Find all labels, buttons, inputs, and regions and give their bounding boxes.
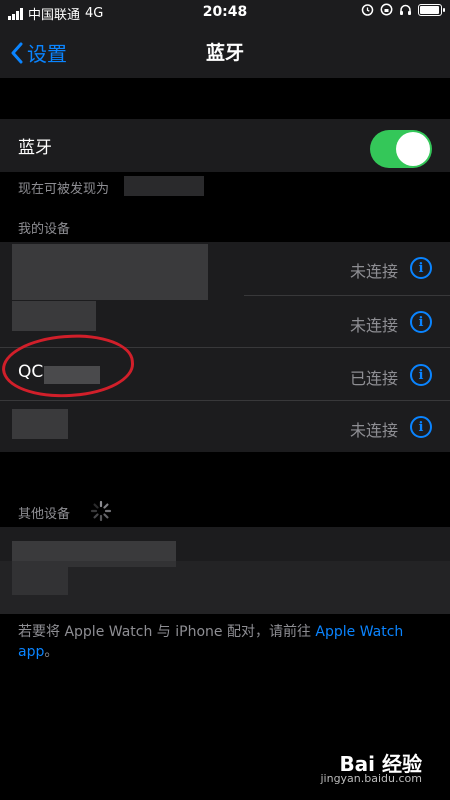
bluetooth-label: 蓝牙 bbox=[18, 138, 52, 158]
device-status: 未连接 bbox=[349, 316, 398, 335]
device-status: 未连接 bbox=[349, 262, 398, 281]
info-icon[interactable]: i bbox=[410, 416, 432, 438]
info-icon[interactable]: i bbox=[410, 364, 432, 386]
info-icon[interactable]: i bbox=[410, 311, 432, 333]
info-icon[interactable]: i bbox=[410, 257, 432, 279]
discoverable-caption: 现在可被发现为 bbox=[18, 178, 109, 197]
battery-icon bbox=[418, 3, 445, 16]
my-devices-header: 我的设备 bbox=[18, 222, 71, 237]
nav-bar: 设置 蓝牙 bbox=[0, 24, 450, 78]
watermark-logo: Bai 经验 jingyan.baidu.com bbox=[320, 748, 422, 785]
device-row[interactable]: 未连接 i bbox=[0, 242, 450, 300]
pairing-footer: 若要将 Apple Watch 与 iPhone 配对，请前往 Apple Wa… bbox=[18, 622, 418, 662]
bluetooth-row: 蓝牙 bbox=[0, 119, 450, 172]
headphones-icon bbox=[400, 4, 411, 15]
watermark-url: jingyan.baidu.com bbox=[320, 772, 422, 785]
footer-text: 若要将 Apple Watch 与 iPhone 配对，请前往 bbox=[18, 624, 316, 640]
device-row[interactable] bbox=[0, 561, 450, 614]
status-right bbox=[361, 3, 445, 16]
redacted-device-name bbox=[12, 244, 208, 300]
rotation-lock-icon bbox=[380, 3, 393, 16]
redacted-device-name bbox=[12, 409, 68, 439]
toggle-knob bbox=[396, 132, 430, 166]
other-devices-header: 其他设备 bbox=[18, 507, 71, 522]
loading-spinner-icon bbox=[90, 500, 112, 522]
alarm-icon bbox=[361, 4, 374, 16]
footer-suffix: 。 bbox=[44, 644, 59, 660]
page-title: 蓝牙 bbox=[205, 42, 244, 64]
other-devices-list bbox=[0, 527, 450, 614]
device-status: 已连接 bbox=[349, 369, 398, 388]
redacted-device-name bbox=[12, 301, 96, 331]
device-status: 未连接 bbox=[349, 421, 398, 440]
bluetooth-toggle[interactable] bbox=[370, 130, 432, 168]
discoverable-text: 现在可被发现为 bbox=[18, 182, 110, 197]
bluetooth-group: 蓝牙 bbox=[0, 119, 450, 172]
device-row[interactable]: 未连接 i bbox=[0, 401, 450, 454]
status-bar: 中国联通 4G 20:48 bbox=[0, 0, 450, 24]
redacted-device-name bbox=[124, 176, 204, 196]
